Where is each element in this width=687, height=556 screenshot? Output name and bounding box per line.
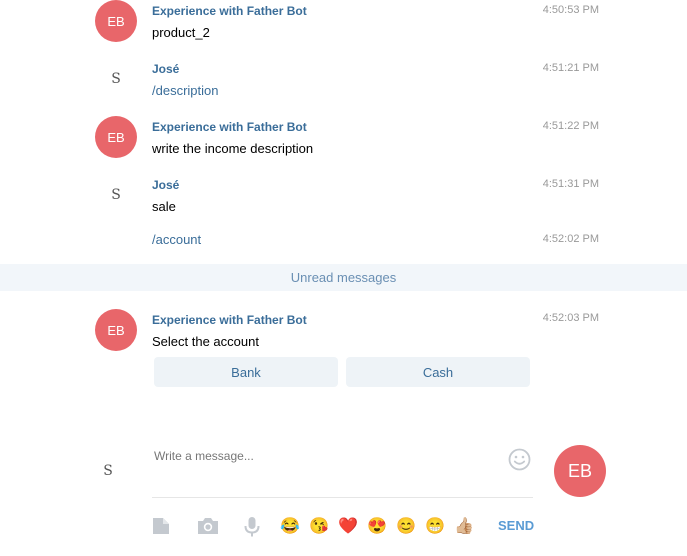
message-time: 4:51:31 PM: [542, 178, 599, 190]
emoji-kiss[interactable]: 😘: [308, 515, 330, 537]
avatar[interactable]: S: [107, 186, 125, 204]
avatar[interactable]: EB: [95, 309, 137, 351]
file-attach-icon[interactable]: [151, 516, 171, 541]
bot-avatar[interactable]: EB: [554, 445, 606, 497]
avatar[interactable]: EB: [95, 0, 137, 42]
emoji-tears-of-joy[interactable]: 😂: [279, 515, 301, 537]
camera-icon[interactable]: [197, 516, 219, 541]
message-time: 4:50:53 PM: [542, 4, 599, 16]
emoji-smile[interactable]: 😊: [395, 515, 417, 537]
message-input[interactable]: [152, 443, 496, 469]
smiley-icon[interactable]: [508, 448, 531, 476]
emoji-thumbs-up[interactable]: 👍🏼: [453, 515, 475, 537]
message-time: 4:52:03 PM: [542, 312, 599, 324]
message-author[interactable]: Experience with Father Bot: [152, 313, 307, 327]
microphone-icon[interactable]: [243, 516, 261, 543]
unread-messages-divider: Unread messages: [0, 264, 687, 291]
keyboard-button-bank[interactable]: Bank: [154, 357, 338, 387]
message-author[interactable]: Experience with Father Bot: [152, 120, 307, 134]
message-time: 4:51:21 PM: [542, 62, 599, 74]
message-time: 4:51:22 PM: [542, 120, 599, 132]
avatar[interactable]: EB: [95, 116, 137, 158]
emoji-heart[interactable]: ❤️: [337, 515, 359, 537]
message-text: write the income description: [152, 141, 314, 156]
composer-divider: [152, 497, 533, 498]
message-author[interactable]: José: [152, 178, 179, 192]
message-text: product_2: [152, 25, 210, 40]
message-author[interactable]: Experience with Father Bot: [152, 4, 307, 18]
message-time: 4:52:02 PM: [542, 233, 599, 245]
keyboard-button-cash[interactable]: Cash: [346, 357, 530, 387]
send-button[interactable]: SEND: [498, 518, 534, 533]
user-avatar[interactable]: S: [99, 462, 117, 480]
emoji-heart-eyes[interactable]: 😍: [366, 515, 388, 537]
avatar[interactable]: S: [107, 70, 125, 88]
command-link[interactable]: /account: [152, 232, 201, 247]
message-text: sale: [152, 199, 176, 214]
message-text: Select the account: [152, 334, 259, 349]
message-author[interactable]: José: [152, 62, 179, 76]
emoji-grin[interactable]: 😁: [424, 515, 446, 537]
command-link[interactable]: /description: [152, 83, 218, 98]
